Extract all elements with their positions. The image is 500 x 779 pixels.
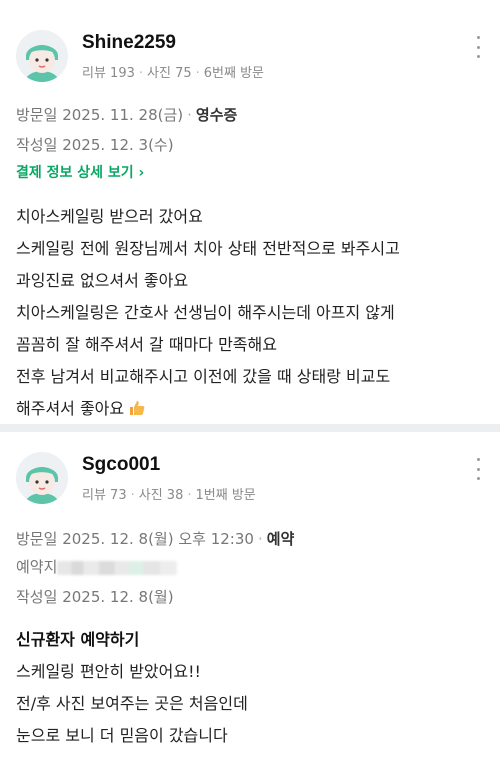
review-line: 스케일링 편안히 받았어요!! — [16, 662, 201, 681]
review-line-last: 해주셔서 좋아요 — [16, 393, 486, 425]
written-date-value: 2025. 12. 8(월) — [62, 588, 174, 606]
review-count: 리뷰 193 — [82, 66, 135, 81]
reviewer-nickname[interactable]: Sgco001 — [82, 454, 160, 476]
visit-date-value: 2025. 11. 28(금) — [62, 106, 184, 124]
reviewer-meta: 리뷰 193 · 사진 75 · 6번째 방문 — [82, 66, 265, 81]
review-line: 전/후 사진 보여주는 곳은 처음인데 — [16, 694, 248, 713]
visit-count: 6번째 방문 — [203, 66, 265, 81]
reviewer-nickname[interactable]: Shine2259 — [82, 32, 176, 54]
review-line: 눈으로 보니 더 믿음이 갔습니다 — [16, 726, 228, 745]
review-line: 해주셔서 좋아요 — [16, 399, 125, 418]
review-card: Sgco001 리뷰 73 · 사진 38 · 1번째 방문 방문일 2025. 12.… — [0, 432, 500, 779]
review-line: 치아스케일링은 간호사 선생님이 해주시는데 아프지 않게 — [16, 303, 395, 322]
more-options-icon[interactable] — [474, 36, 482, 58]
visit-count: 1번째 방문 — [195, 488, 256, 503]
visit-date-row: 방문일 2025. 11. 28(금) · 영수증 — [16, 106, 238, 124]
review-line: 치아스케일링 받으러 갔어요 — [16, 207, 203, 226]
review-count: 리뷰 73 — [82, 488, 127, 503]
payment-details-link[interactable]: 결제 정보 상세 보기 › — [16, 162, 144, 182]
written-date-label: 작성일 — [16, 136, 58, 154]
visit-date-value: 2025. 12. 8(월) 오후 12:30 — [62, 530, 254, 548]
blurred-reservation-info — [57, 560, 178, 575]
new-patient-reservation-title: 신규환자 예약하기 — [16, 630, 140, 649]
more-options-icon[interactable] — [474, 458, 482, 480]
visit-date-label: 방문일 — [16, 530, 58, 548]
review-line: 스케일링 전에 원장님께서 치아 상태 전반적으로 봐주시고 — [16, 239, 400, 258]
review-text: 스케일링 편안히 받았어요!! 전/후 사진 보여주는 곳은 처음인데 눈으로 … — [16, 656, 486, 752]
written-date-value: 2025. 12. 3(수) — [62, 136, 174, 154]
review-card: Shine2259 리뷰 193 · 사진 75 · 6번째 방문 방문일 2025. … — [0, 0, 500, 424]
review-header: Shine2259 리뷰 193 · 사진 75 · 6번째 방문 — [16, 30, 484, 86]
photo-count: 사진 38 — [138, 488, 184, 503]
reservation-badge: 예약 — [266, 530, 295, 548]
thumbs-up-icon — [130, 401, 145, 415]
receipt-badge: 영수증 — [195, 106, 238, 124]
written-date-row: 작성일 2025. 12. 3(수) — [16, 134, 174, 155]
review-header: Sgco001 리뷰 73 · 사진 38 · 1번째 방문 — [16, 452, 484, 508]
avatar[interactable] — [16, 30, 68, 82]
review-line: 꼼꼼히 잘 해주셔서 갈 때마다 만족해요 — [16, 335, 277, 354]
avatar-icon — [16, 452, 68, 504]
reservation-row: 예약지 — [16, 556, 178, 577]
written-date-row: 작성일 2025. 12. 8(월) — [16, 586, 174, 607]
reservation-label: 예약지 — [16, 558, 58, 576]
avatar[interactable] — [16, 452, 68, 504]
avatar-icon — [16, 30, 68, 82]
review-text: 치아스케일링 받으러 갔어요 스케일링 전에 원장님께서 치아 상태 전반적으로… — [16, 201, 486, 425]
written-date-label: 작성일 — [16, 588, 58, 606]
photo-count: 사진 75 — [147, 66, 192, 81]
review-line: 과잉진료 없으셔서 좋아요 — [16, 271, 189, 290]
visit-date-label: 방문일 — [16, 106, 58, 124]
reviewer-meta: 리뷰 73 · 사진 38 · 1번째 방문 — [82, 488, 256, 503]
visit-date-row: 방문일 2025. 12. 8(월) 오후 12:30 · 예약 — [16, 530, 295, 548]
review-line: 전후 남겨서 비교해주시고 이전에 갔을 때 상태랑 비교도 — [16, 367, 391, 386]
